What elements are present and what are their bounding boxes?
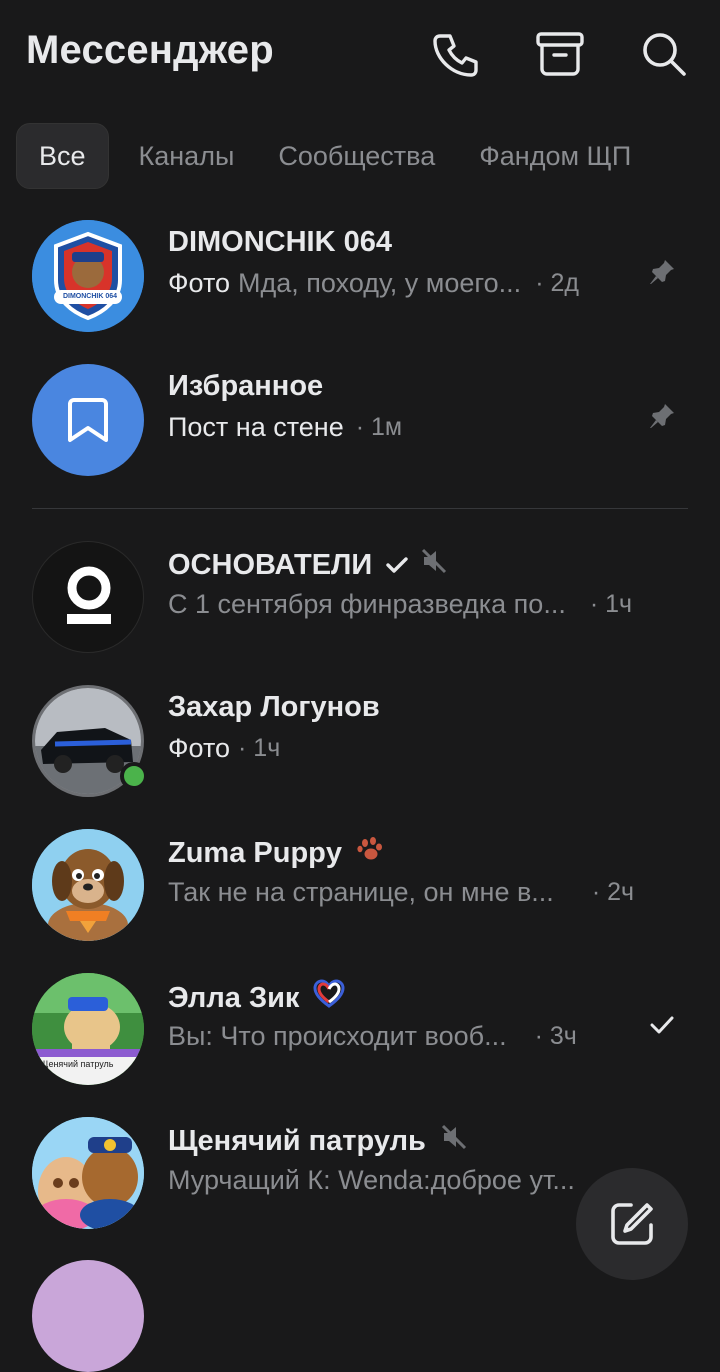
chat-row[interactable]: Zuma Puppy Так не на странице, он мне в.… — [0, 813, 720, 957]
tab-communities[interactable]: Сообщества — [256, 124, 457, 188]
avatar: Щенячий патруль — [32, 973, 144, 1085]
chat-name: Щенячий патруль — [168, 1124, 426, 1157]
verified-check-icon — [386, 549, 408, 582]
chat-name: ОСНОВАТЕЛИ — [168, 548, 373, 581]
last-message: Мда, походу, у моего... — [238, 268, 522, 298]
chat-name: Элла Зик — [168, 981, 300, 1014]
paw-icon — [356, 835, 384, 871]
chat-name: Захар Логунов — [168, 691, 380, 723]
bookmark-icon — [68, 398, 108, 442]
avatar-text: DIMONCHIK 064 — [62, 293, 118, 300]
avatar — [32, 829, 144, 941]
timestamp: · 3ч — [534, 1022, 577, 1050]
avatar: DIMONCHIK 064 — [32, 220, 144, 332]
page-title: Мессенджер — [26, 28, 274, 72]
archive-icon[interactable] — [532, 26, 588, 82]
header: Мессенджер — [0, 0, 720, 110]
online-indicator — [120, 762, 148, 790]
pin-icon — [644, 398, 680, 434]
last-message: С 1 сентября финразведка по... — [168, 589, 566, 619]
chat-row[interactable]: DIMONCHIK 064 DIMONCHIK 064 Фото Мда, по… — [0, 204, 720, 348]
chat-name: Zuma Puppy — [168, 836, 343, 869]
last-message: Вы: Что происходит вооб... — [168, 1021, 507, 1051]
timestamp: · 1ч — [589, 590, 633, 618]
phone-icon[interactable] — [428, 26, 484, 82]
chat-row[interactable]: ОСНОВАТЕЛИ С 1 сентября финразведка по..… — [0, 525, 720, 669]
pin-icon — [644, 254, 680, 290]
muted-icon — [420, 547, 448, 583]
last-message: Так не на странице, он мне в... — [168, 877, 554, 907]
tab-all[interactable]: Все — [16, 123, 109, 189]
tab-channels[interactable]: Каналы — [117, 124, 257, 188]
read-check-icon — [644, 1007, 680, 1043]
avatar-text: Щенячий патруль — [40, 1059, 114, 1069]
filter-tabs: Все Каналы Сообщества Фандом ЩП — [16, 123, 653, 189]
compose-button[interactable] — [576, 1168, 688, 1280]
tab-fandom[interactable]: Фандом ЩП — [457, 124, 653, 188]
chat-name: Избранное — [168, 370, 324, 402]
chat-row[interactable]: Избранное Пост на стене · 1м — [0, 348, 720, 492]
avatar — [32, 541, 144, 653]
heart-icon — [313, 979, 345, 1017]
timestamp: · 2д — [535, 269, 579, 297]
divider — [32, 508, 688, 509]
search-icon[interactable] — [636, 26, 692, 82]
attachment-label: Фото — [168, 268, 231, 298]
timestamp: · 2ч — [591, 878, 635, 906]
avatar — [32, 1260, 144, 1372]
timestamp: · 1м — [355, 413, 403, 441]
compose-icon — [611, 1203, 653, 1245]
timestamp: · 1ч — [238, 734, 281, 762]
avatar — [32, 1117, 144, 1229]
chat-row[interactable]: Захар Логунов Фото · 1ч — [0, 669, 720, 813]
muted-icon — [440, 1123, 468, 1159]
last-message: Пост на стене — [168, 412, 344, 442]
last-message: Мурчащий К: Wenda:доброе ут... — [168, 1165, 575, 1195]
attachment-label: Фото — [168, 733, 231, 763]
avatar — [32, 364, 144, 476]
chat-name: DIMONCHIK 064 — [168, 226, 392, 258]
chat-row[interactable]: Щенячий патруль Элла Зик Вы: Что происхо… — [0, 957, 720, 1101]
